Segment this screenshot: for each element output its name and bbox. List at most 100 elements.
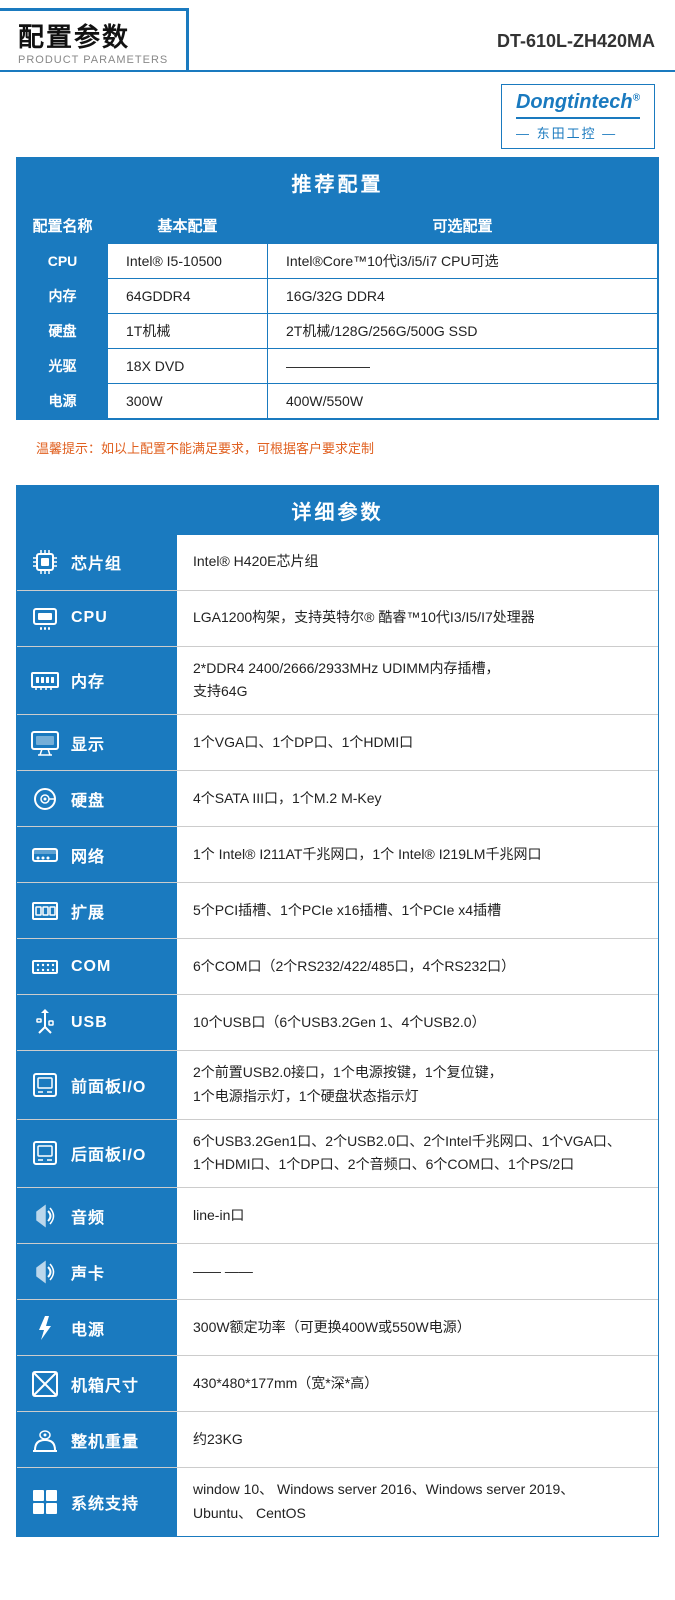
rec-table-row: 内存 64GDDR4 16G/32G DDR4 — [18, 278, 658, 313]
detail-content: 6个USB3.2Gen1口、2个USB2.0口、2个Intel千兆网口、1个VG… — [177, 1120, 658, 1188]
detail-content: Intel® H420E芯片组 — [177, 535, 658, 590]
detail-row: 硬盘 4个SATA III口，1个M.2 M-Key — [17, 771, 658, 827]
rec-table-row: 电源 300W 400W/550W — [18, 383, 658, 418]
detail-label-text: 芯片组 — [71, 550, 122, 574]
logo-line — [516, 117, 640, 119]
rec-table-row: 光驱 18X DVD —————— — [18, 348, 658, 383]
rec-row-optional: 16G/32G DDR4 — [268, 278, 658, 313]
detail-label: 扩展 — [17, 883, 177, 938]
rec-row-basic: 64GDDR4 — [108, 278, 268, 313]
detail-section-title: 详细参数 — [17, 486, 658, 535]
detail-label-text: 硬盘 — [71, 787, 105, 811]
detail-label: 芯片组 — [17, 535, 177, 590]
rec-table-header-row: 配置名称 基本配置 可选配置 — [18, 207, 658, 243]
detail-label-text: 系统支持 — [71, 1490, 139, 1514]
detail-row: 系统支持 window 10、 Windows server 2016、Wind… — [17, 1468, 658, 1536]
rec-row-basic: 1T机械 — [108, 313, 268, 348]
detail-row: CPU LGA1200构架，支持英特尔® 酷睿™10代I3/I5/I7处理器 — [17, 591, 658, 647]
detail-label: 网络 — [17, 827, 177, 882]
detail-row: 音频 line-in口 — [17, 1188, 658, 1244]
rec-table-row: 硬盘 1T机械 2T机械/128G/256G/500G SSD — [18, 313, 658, 348]
detail-label-text: 音频 — [71, 1204, 105, 1228]
detail-icon-expand — [27, 893, 63, 929]
detail-label: COM — [17, 939, 177, 994]
detail-icon-display — [27, 725, 63, 761]
detail-label: 前面板I/O — [17, 1051, 177, 1119]
detail-label-text: USB — [71, 1014, 108, 1032]
detail-content: 2*DDR4 2400/2666/2933MHz UDIMM内存插槽，支持64G — [177, 647, 658, 715]
detail-content: 430*480*177mm（宽*深*高） — [177, 1356, 658, 1411]
detail-row: 整机重量 约23KG — [17, 1412, 658, 1468]
detail-icon-size — [27, 1366, 63, 1402]
detail-content: 1个 Intel® I211AT千兆网口，1个 Intel® I219LM千兆网… — [177, 827, 658, 882]
detail-row: 显示 1个VGA口、1个DP口、1个HDMI口 — [17, 715, 658, 771]
detail-icon-net — [27, 837, 63, 873]
logo-subtitle: — 东田工控 — — [516, 123, 617, 142]
rec-row-basic: 18X DVD — [108, 348, 268, 383]
detail-row: 网络 1个 Intel® I211AT千兆网口，1个 Intel® I219LM… — [17, 827, 658, 883]
detail-row: 机箱尺寸 430*480*177mm（宽*深*高） — [17, 1356, 658, 1412]
rec-row-name: CPU — [18, 243, 108, 278]
detail-icon-mem — [27, 662, 63, 698]
rec-col-optional: 可选配置 — [268, 207, 658, 243]
detail-row: 内存 2*DDR4 2400/2666/2933MHz UDIMM内存插槽，支持… — [17, 647, 658, 716]
detail-content: 6个COM口（2个RS232/422/485口，4个RS232口） — [177, 939, 658, 994]
detail-icon-front — [27, 1067, 63, 1103]
rec-row-optional: 2T机械/128G/256G/500G SSD — [268, 313, 658, 348]
detail-icon-hdd — [27, 781, 63, 817]
detail-label-text: 网络 — [71, 843, 105, 867]
detail-label-text: COM — [71, 958, 111, 976]
detail-content: line-in口 — [177, 1188, 658, 1243]
rec-row-optional: Intel®Core™10代i3/i5/i7 CPU可选 — [268, 243, 658, 278]
rec-row-name: 内存 — [18, 278, 108, 313]
detail-content: 1个VGA口、1个DP口、1个HDMI口 — [177, 715, 658, 770]
detail-row: 后面板I/O 6个USB3.2Gen1口、2个USB2.0口、2个Intel千兆… — [17, 1120, 658, 1189]
detail-label: 硬盘 — [17, 771, 177, 826]
detail-label: 显示 — [17, 715, 177, 770]
header-title-zh: 配置参数 — [18, 17, 168, 54]
logo-area: Dongtintech® — 东田工控 — — [0, 72, 675, 157]
detail-label: 音频 — [17, 1188, 177, 1243]
header-title-box: 配置参数 PRODUCT PARAMETERS — [0, 8, 189, 70]
detail-content: 300W额定功率（可更换400W或550W电源） — [177, 1300, 658, 1355]
detail-label: 后面板I/O — [17, 1120, 177, 1188]
detail-label-text: CPU — [71, 609, 108, 627]
rec-row-basic: 300W — [108, 383, 268, 418]
detail-icon-rear — [27, 1135, 63, 1171]
detail-content: 约23KG — [177, 1412, 658, 1467]
rec-row-name: 硬盘 — [18, 313, 108, 348]
rec-row-optional: —————— — [268, 348, 658, 383]
detail-content: 10个USB口（6个USB3.2Gen 1、4个USB2.0） — [177, 995, 658, 1050]
rec-row-name: 电源 — [18, 383, 108, 418]
detail-label: 机箱尺寸 — [17, 1356, 177, 1411]
detail-icon-sound — [27, 1254, 63, 1290]
detail-row: 声卡 —— —— — [17, 1244, 658, 1300]
rec-table: 配置名称 基本配置 可选配置 CPU Intel® I5-10500 Intel… — [17, 207, 658, 419]
detail-content: 4个SATA III口，1个M.2 M-Key — [177, 771, 658, 826]
detail-icon-audio — [27, 1198, 63, 1234]
header-title-en: PRODUCT PARAMETERS — [18, 54, 168, 66]
detail-label-text: 声卡 — [71, 1260, 105, 1284]
detail-icon-weight — [27, 1422, 63, 1458]
rec-note: 温馨提示：如以上配置不能满足要求，可根据客户要求定制 — [16, 428, 659, 467]
rec-row-optional: 400W/550W — [268, 383, 658, 418]
rec-row-name: 光驱 — [18, 348, 108, 383]
detail-label-text: 机箱尺寸 — [71, 1372, 139, 1396]
detail-label-text: 整机重量 — [71, 1428, 139, 1452]
detail-label-text: 内存 — [71, 668, 105, 692]
detail-icon-cpu — [27, 600, 63, 636]
rec-col-name: 配置名称 — [18, 207, 108, 243]
rec-config-section: 推荐配置 配置名称 基本配置 可选配置 CPU Intel® I5-10500 … — [16, 157, 659, 420]
detail-label: 整机重量 — [17, 1412, 177, 1467]
detail-label-text: 扩展 — [71, 899, 105, 923]
detail-row: USB 10个USB口（6个USB3.2Gen 1、4个USB2.0） — [17, 995, 658, 1051]
detail-content: window 10、 Windows server 2016、Windows s… — [177, 1468, 658, 1536]
detail-icon-com — [27, 949, 63, 985]
header-model: DT-610L-ZH420MA — [189, 21, 675, 58]
rec-section-title: 推荐配置 — [17, 158, 658, 207]
detail-label-text: 前面板I/O — [71, 1073, 146, 1097]
detail-label: USB — [17, 995, 177, 1050]
detail-label: 声卡 — [17, 1244, 177, 1299]
detail-content: LGA1200构架，支持英特尔® 酷睿™10代I3/I5/I7处理器 — [177, 591, 658, 646]
page-header: 配置参数 PRODUCT PARAMETERS DT-610L-ZH420MA — [0, 0, 675, 72]
